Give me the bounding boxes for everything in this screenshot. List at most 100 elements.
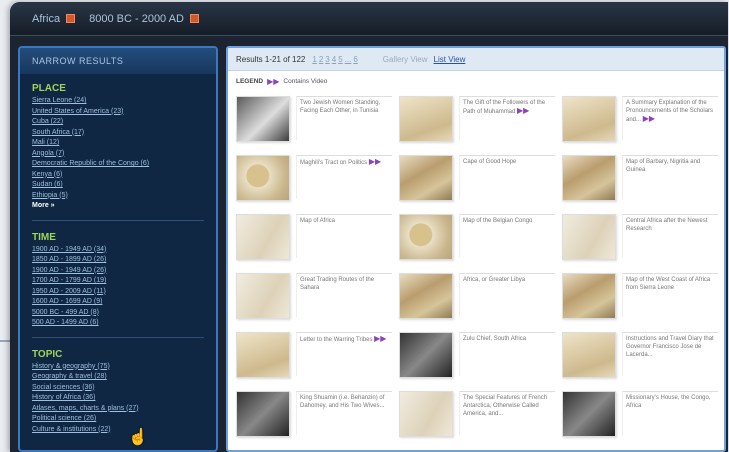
result-item[interactable]: Letter to the Warring Tribes ▶▶ <box>236 332 394 382</box>
result-caption[interactable]: Map of Barbary, Nigritia and Guinea <box>622 155 718 199</box>
result-item[interactable]: Map of Africa <box>236 214 394 264</box>
facet-link[interactable]: Sudan (6) <box>32 180 204 191</box>
facet-link[interactable]: Geography & travel (28) <box>32 372 204 383</box>
results-panel: Results 1-21 of 122 1 2 3 4 5... 6 Gallery Vi… <box>226 46 726 452</box>
facet-link[interactable]: United States of America (23) <box>32 107 204 118</box>
facet-link[interactable]: Cuba (22) <box>32 117 204 128</box>
result-item[interactable]: Map of the Belgian Congo <box>399 214 557 264</box>
result-caption[interactable]: Zulu Chief, South Africa <box>459 332 555 376</box>
result-thumbnail[interactable] <box>236 391 290 437</box>
facet-link[interactable]: Political science (26) <box>32 414 204 425</box>
facet-link[interactable]: Atlases, maps, charts & plans (27) <box>32 404 204 415</box>
remove-filter-icon[interactable] <box>66 14 76 23</box>
facet-link[interactable]: Kenya (6) <box>32 170 204 181</box>
result-caption[interactable]: Great Trading Routes of the Sahara <box>296 273 392 317</box>
result-item[interactable]: Zulu Chief, South Africa <box>399 332 557 382</box>
page-link[interactable]: 5 <box>338 55 342 64</box>
facet-link[interactable]: History of Africa (36) <box>32 393 204 404</box>
result-caption[interactable]: Cape of Good Hope <box>459 155 555 199</box>
result-thumbnail[interactable] <box>562 155 616 201</box>
result-thumbnail[interactable] <box>399 96 453 142</box>
facet-link[interactable]: History & geography (75) <box>32 362 204 373</box>
facet-link[interactable]: South Africa (17) <box>32 128 204 139</box>
result-thumbnail[interactable] <box>562 96 616 142</box>
result-item[interactable]: The Gift of the Followers of the Path of… <box>399 96 557 146</box>
result-caption[interactable]: Missionary's House, the Congo, Africa <box>622 391 718 435</box>
result-caption[interactable]: Instructions and Travel Diary that Gover… <box>622 332 718 376</box>
sidebar-title: NARROW RESULTS <box>20 48 216 74</box>
result-item[interactable]: Instructions and Travel Diary that Gover… <box>562 332 720 382</box>
result-caption[interactable]: A Summary Explanation of the Pronounceme… <box>622 96 718 140</box>
more-link[interactable]: More » <box>32 201 204 212</box>
facet-link[interactable]: 5000 BC - 499 AD (8) <box>32 308 204 319</box>
facet-link[interactable]: Mali (12) <box>32 138 204 149</box>
result-item[interactable]: Africa, or Greater Libya <box>399 273 557 323</box>
result-thumbnail[interactable] <box>399 332 453 378</box>
result-thumbnail[interactable] <box>236 155 290 201</box>
result-caption[interactable]: The Special Features of French Antarctic… <box>459 391 555 435</box>
list-view-link[interactable]: List View <box>434 55 466 64</box>
result-caption[interactable]: Central Africa after the Newest Research <box>622 214 718 258</box>
facet-divider <box>32 336 204 338</box>
result-item[interactable]: Map of Barbary, Nigritia and Guinea <box>562 155 720 205</box>
facet-link[interactable]: 1950 AD - 2009 AD (11) <box>32 287 204 298</box>
result-item[interactable]: Central Africa after the Newest Research <box>562 214 720 264</box>
result-caption[interactable]: Letter to the Warring Tribes ▶▶ <box>296 332 392 376</box>
result-thumbnail[interactable] <box>399 155 453 201</box>
facet-title: PLACE <box>32 83 66 94</box>
legend: LEGEND ▶▶ Contains Video <box>228 71 724 92</box>
legend-label: LEGEND <box>236 78 264 85</box>
result-item[interactable]: A Summary Explanation of the Pronounceme… <box>562 96 720 146</box>
facet-link[interactable]: 500 AD - 1499 AD (6) <box>32 318 204 329</box>
result-thumbnail[interactable] <box>562 332 616 378</box>
page-link[interactable]: 1 <box>312 55 316 64</box>
result-thumbnail[interactable] <box>399 214 453 260</box>
facet-link[interactable]: Sierra Leone (24) <box>32 96 204 107</box>
facet-link[interactable]: 1900 AD - 1949 AD (34) <box>32 245 204 256</box>
result-caption[interactable]: Two Jewish Women Standing, Facing Each O… <box>296 96 392 140</box>
result-item[interactable]: King Shuamin (i.e. Behanzin) of Dahomey,… <box>236 391 394 441</box>
result-caption[interactable]: Map of the Belgian Congo <box>459 214 555 258</box>
facet-link[interactable]: 1900 AD - 1949 AD (26) <box>32 266 204 277</box>
gallery-view-link[interactable]: Gallery View <box>383 55 428 64</box>
facet-link[interactable]: Democratic Republic of the Congo (6) <box>32 159 204 170</box>
facet-link[interactable]: Ethiopia (5) <box>32 191 204 202</box>
result-caption[interactable]: Map of the West Coast of Africa from Sie… <box>622 273 718 317</box>
page-link[interactable]: 3 <box>325 55 329 64</box>
result-caption[interactable]: Map of Africa <box>296 214 392 258</box>
remove-filter-icon[interactable] <box>189 14 199 23</box>
facet-link[interactable]: Angola (7) <box>32 149 204 160</box>
result-caption[interactable]: King Shuamin (i.e. Behanzin) of Dahomey,… <box>296 391 392 435</box>
facet-link[interactable]: 1700 AD - 1799 AD (19) <box>32 276 204 287</box>
result-thumbnail[interactable] <box>236 273 290 319</box>
result-thumbnail[interactable] <box>236 214 290 260</box>
result-item[interactable]: The Special Features of French Antarctic… <box>399 391 557 441</box>
facet-link[interactable]: Culture & institutions (22) <box>32 425 204 436</box>
facet-link[interactable]: 1850 AD - 1899 AD (26) <box>32 255 204 266</box>
page-link[interactable]: 6 <box>353 55 357 64</box>
result-thumbnail[interactable] <box>562 273 616 319</box>
facet-link[interactable]: Social sciences (36) <box>32 383 204 394</box>
result-thumbnail[interactable] <box>562 391 616 437</box>
result-thumbnail[interactable] <box>399 273 453 319</box>
result-caption[interactable]: The Gift of the Followers of the Path of… <box>459 96 555 140</box>
video-icon: ▶▶ <box>368 157 382 166</box>
result-caption[interactable]: Maghili's Tract on Politics ▶▶ <box>296 155 392 199</box>
result-thumbnail[interactable] <box>562 214 616 260</box>
page-link[interactable]: ... <box>345 55 352 64</box>
page-link[interactable]: 4 <box>332 55 336 64</box>
result-item[interactable]: Maghili's Tract on Politics ▶▶ <box>236 155 394 205</box>
result-item[interactable]: Map of the West Coast of Africa from Sie… <box>562 273 720 323</box>
result-item[interactable]: Cape of Good Hope <box>399 155 557 205</box>
result-item[interactable]: Missionary's House, the Congo, Africa <box>562 391 720 441</box>
page-link[interactable]: 2 <box>319 55 323 64</box>
result-thumbnail[interactable] <box>236 96 290 142</box>
result-item[interactable]: Great Trading Routes of the Sahara <box>236 273 394 323</box>
facet-link[interactable]: 1600 AD - 1699 AD (9) <box>32 297 204 308</box>
result-thumbnail[interactable] <box>236 332 290 378</box>
narrow-results-sidebar: NARROW RESULTS PLACE Sierra Leone (24) Uni… <box>18 46 218 452</box>
facet-group: TOPIC History & geography (75) Geography &… <box>20 340 216 438</box>
result-item[interactable]: Two Jewish Women Standing, Facing Each O… <box>236 96 394 146</box>
result-caption[interactable]: Africa, or Greater Libya <box>459 273 555 317</box>
result-thumbnail[interactable] <box>399 391 453 437</box>
